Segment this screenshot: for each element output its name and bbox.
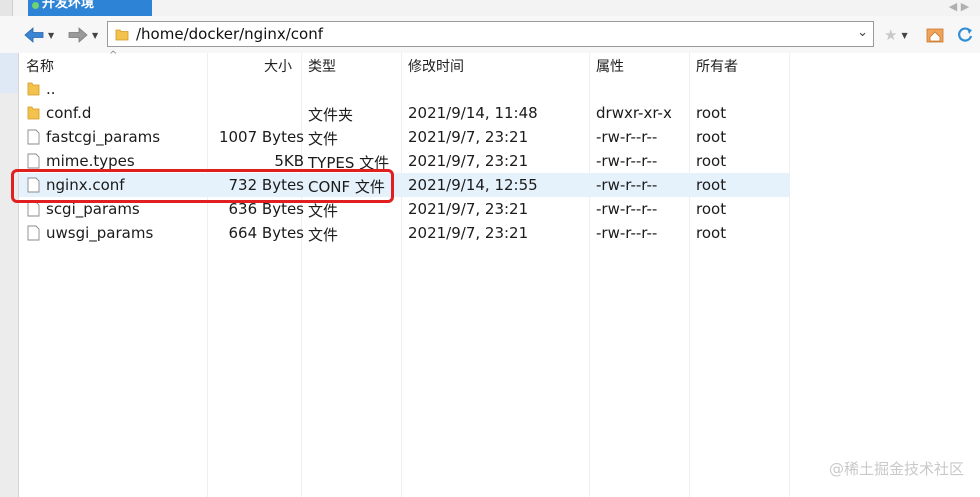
file-owner: root	[696, 176, 727, 194]
file-modified: 2021/9/7, 23:21	[408, 128, 529, 146]
column-type[interactable]: 类型	[308, 56, 336, 76]
column-owner[interactable]: 所有者	[696, 56, 738, 76]
file-row-parent[interactable]: ..	[19, 77, 790, 101]
file-owner: root	[696, 200, 727, 218]
refresh-icon	[958, 27, 973, 42]
file-attributes: -rw-r--r--	[596, 152, 658, 170]
address-dropdown-chevron-icon[interactable]: ⌄	[857, 25, 868, 40]
folder-icon	[27, 82, 40, 96]
folder-icon	[27, 106, 40, 120]
file-type: 文件夹	[308, 106, 354, 124]
column-modified[interactable]: 修改时间	[408, 56, 464, 76]
file-attributes: drwxr-xr-x	[596, 104, 672, 122]
file-owner: root	[696, 224, 727, 242]
file-name: ..	[46, 80, 56, 98]
back-history-chevron-icon[interactable]: ▼	[48, 31, 54, 40]
column-name[interactable]: 名称	[26, 56, 54, 76]
back-button[interactable]: ▼	[24, 25, 54, 45]
file-size: 5KB	[274, 152, 304, 170]
left-pane-selection	[0, 53, 18, 93]
left-pane-edge[interactable]	[0, 53, 19, 497]
file-icon	[27, 201, 40, 217]
annotation-highlight-box	[11, 169, 394, 203]
file-icon	[27, 153, 40, 169]
file-icon	[27, 225, 40, 241]
file-size: 664 Bytes	[228, 224, 305, 242]
tab-dev-env[interactable]: 开发环境	[28, 0, 152, 16]
file-modified: 2021/9/7, 23:21	[408, 200, 529, 218]
file-type: 文件	[308, 130, 339, 148]
back-arrow-icon	[24, 27, 44, 43]
star-icon: ★	[884, 26, 898, 44]
toolbar: ▼ ▼ /home/docker/nginx/conf ⌄ ★ ▼	[0, 16, 980, 54]
file-attributes: -rw-r--r--	[596, 176, 658, 194]
file-attributes: -rw-r--r--	[596, 200, 658, 218]
file-attributes: -rw-r--r--	[596, 128, 658, 146]
file-attributes: -rw-r--r--	[596, 224, 658, 242]
forward-button[interactable]: ▼	[68, 25, 98, 45]
file-name: uwsgi_params	[46, 224, 154, 242]
file-icon	[27, 129, 40, 145]
refresh-button[interactable]	[956, 25, 974, 45]
address-path[interactable]: /home/docker/nginx/conf	[136, 25, 323, 43]
column-size[interactable]: 大小	[264, 56, 292, 76]
file-row[interactable]: conf.d 文件夹 2021/9/14, 11:48 drwxr-xr-x r…	[19, 101, 790, 125]
file-row[interactable]: fastcgi_params 1007 Bytes 文件 2021/9/7, 2…	[19, 125, 790, 149]
home-button[interactable]	[926, 25, 944, 45]
file-name: fastcgi_params	[46, 128, 161, 146]
connection-status-icon	[32, 2, 39, 9]
sort-ascending-icon: ^	[109, 50, 118, 61]
file-modified: 2021/9/7, 23:21	[408, 224, 529, 242]
tab-scroll-left-button[interactable]	[0, 0, 13, 16]
file-modified: 2021/9/14, 11:48	[408, 104, 538, 122]
file-size: 1007 Bytes	[218, 128, 304, 146]
column-header-row: 名称 ^ 大小 类型 修改时间 属性 所有者	[19, 50, 980, 77]
file-modified: 2021/9/7, 23:21	[408, 152, 529, 170]
file-owner: root	[696, 152, 727, 170]
file-name: conf.d	[46, 104, 92, 122]
watermark: @稀土掘金技术社区	[828, 460, 964, 478]
file-name: mime.types	[46, 152, 135, 170]
bookmark-chevron-icon[interactable]: ▼	[901, 31, 907, 40]
file-row[interactable]: uwsgi_params 664 Bytes 文件 2021/9/7, 23:2…	[19, 221, 790, 245]
file-list: 名称 ^ 大小 类型 修改时间 属性 所有者 .. conf.d 文件夹 202…	[19, 50, 980, 497]
folder-icon	[115, 29, 129, 41]
tab-scroll-button[interactable]: ◀ ▶	[948, 0, 970, 14]
file-modified: 2021/9/14, 12:55	[408, 176, 538, 194]
file-owner: root	[696, 104, 727, 122]
home-icon	[926, 28, 944, 43]
address-bar[interactable]: /home/docker/nginx/conf ⌄	[107, 21, 874, 47]
bookmark-button[interactable]: ★ ▼	[884, 25, 908, 45]
forward-history-chevron-icon[interactable]: ▼	[92, 31, 98, 40]
forward-arrow-icon	[68, 27, 88, 43]
file-type: 文件	[308, 202, 339, 220]
file-owner: root	[696, 128, 727, 146]
file-type: 文件	[308, 226, 339, 244]
tab-strip: 开发环境 ◀ ▶	[0, 0, 980, 16]
column-attributes[interactable]: 属性	[596, 56, 624, 76]
tab-label: 开发环境	[42, 0, 95, 11]
